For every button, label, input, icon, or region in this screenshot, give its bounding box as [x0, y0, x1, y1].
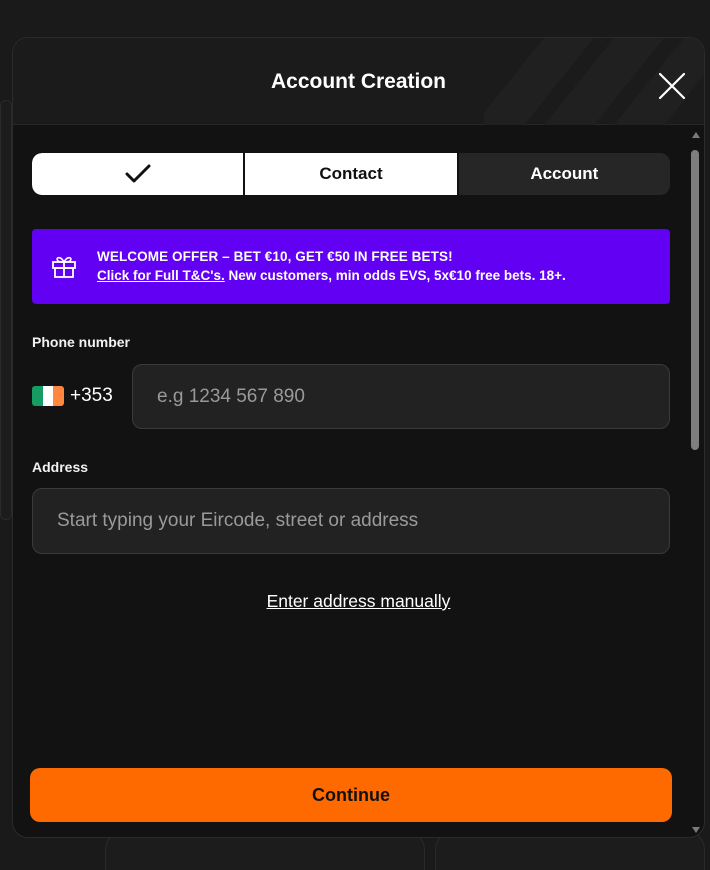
scroll-up-arrow-icon[interactable] [692, 132, 700, 138]
flag-stripe-white [42, 386, 54, 406]
scroll-down-arrow-icon[interactable] [692, 827, 700, 833]
enter-address-manually-link: Enter address manually [13, 591, 704, 612]
terms-link[interactable]: Click for Full T&C's. [97, 268, 225, 283]
step-tab-completed[interactable] [32, 153, 246, 195]
account-creation-modal: Account Creation Contact Account WELCOME… [12, 37, 705, 838]
scrollbar[interactable] [690, 130, 702, 835]
close-icon [658, 72, 686, 100]
close-button[interactable] [655, 69, 689, 103]
phone-number-input[interactable] [132, 364, 670, 429]
ireland-flag-icon [32, 386, 64, 406]
flag-stripe-green [32, 386, 43, 406]
gift-icon [52, 256, 76, 278]
offer-terms-text: New customers, min odds EVS, 5x€10 free … [224, 268, 566, 283]
offer-title: WELCOME OFFER – BET €10, GET €50 IN FREE… [97, 249, 453, 264]
address-search-input[interactable] [32, 488, 670, 554]
background-panel [0, 100, 12, 520]
address-label: Address [32, 459, 89, 475]
flag-stripe-orange [53, 386, 64, 406]
phone-number-label: Phone number [32, 334, 131, 350]
scrollbar-thumb[interactable] [691, 150, 699, 450]
step-tab-contact[interactable]: Contact [245, 153, 459, 195]
checkmark-icon [125, 164, 151, 183]
offer-terms: Click for Full T&C's. New customers, min… [97, 268, 566, 283]
country-code-selector[interactable]: +353 [32, 385, 113, 407]
signup-steps: Contact Account [32, 153, 670, 195]
enter-address-manually-text[interactable]: Enter address manually [267, 591, 451, 611]
modal-header: Account Creation [13, 38, 704, 125]
step-tab-account[interactable]: Account [458, 153, 670, 195]
modal-title: Account Creation [270, 70, 446, 93]
country-dial-code: +353 [70, 385, 113, 406]
continue-button[interactable]: Continue [30, 768, 672, 822]
welcome-offer-banner: WELCOME OFFER – BET €10, GET €50 IN FREE… [32, 229, 670, 304]
